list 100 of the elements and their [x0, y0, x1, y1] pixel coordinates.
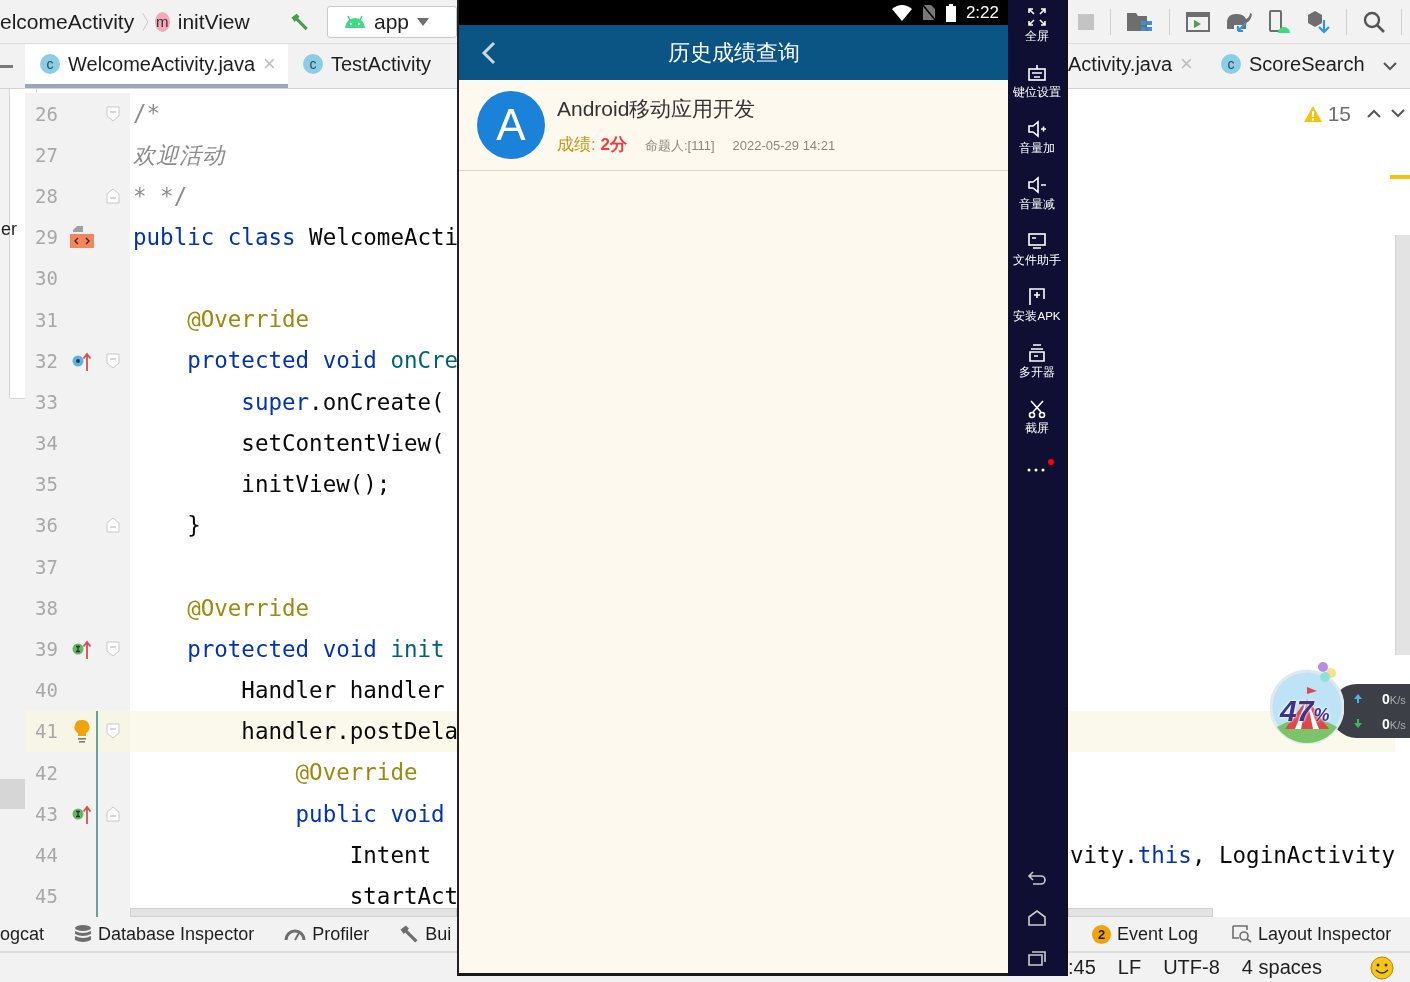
scissors-icon — [1027, 399, 1047, 419]
code-line: @Override — [186, 308, 310, 331]
device-icon[interactable] — [1268, 9, 1290, 34]
install-icon — [1027, 287, 1047, 307]
run-config-dropdown[interactable]: app — [327, 5, 457, 38]
code-line: 欢迎活动 — [132, 143, 225, 167]
line-number: 36 — [34, 514, 59, 537]
run-window-icon[interactable] — [1186, 11, 1210, 32]
code-line: startAct — [348, 884, 457, 908]
recents-icon[interactable] — [1027, 950, 1047, 966]
vertical-scrollbar[interactable] — [1395, 235, 1410, 655]
stack-icon — [1027, 343, 1047, 363]
code-line: * */ — [132, 184, 188, 208]
breadcrumb-class[interactable]: elcomeActivity — [0, 9, 135, 34]
avatar: A — [477, 91, 545, 159]
package-download-icon[interactable] — [1306, 9, 1330, 34]
line-number: 30 — [34, 267, 59, 290]
tool-window-button[interactable]: Bui — [399, 923, 452, 945]
wifi-icon — [891, 4, 912, 21]
sidebar-button[interactable]: 全屏 — [1025, 7, 1049, 63]
status-item[interactable]: UTF-8 — [1163, 956, 1220, 979]
keyboard-icon — [1027, 63, 1047, 83]
sidebar-button[interactable]: 音量加 — [1019, 119, 1055, 175]
line-number: 34 — [34, 432, 59, 455]
file-tab[interactable]: Activity.java × — [1068, 44, 1221, 88]
status-item[interactable]: 4 spaces — [1241, 956, 1322, 979]
code-line: @Override — [186, 596, 310, 620]
tool-window-button[interactable]: ogcat — [0, 923, 45, 945]
no-sim-icon — [921, 4, 936, 21]
tool-window-button[interactable]: Profiler — [284, 923, 370, 945]
score-text: 成绩: 2分 — [557, 133, 627, 156]
sidebar-button[interactable]: 键位设置 — [1013, 63, 1061, 119]
line-number: 35 — [34, 473, 59, 496]
volume-up-icon — [1027, 119, 1047, 139]
chevron-down-icon[interactable] — [1391, 109, 1405, 119]
bulb-icon[interactable] — [73, 719, 90, 744]
upload-speed: 0K/s — [1382, 690, 1406, 707]
horizontal-scrollbar[interactable] — [130, 908, 457, 917]
line-number: 26 — [34, 102, 59, 125]
project-panel-text: er — [1, 219, 18, 240]
sidebar-button[interactable]: 多开器 — [1019, 343, 1055, 399]
breadcrumb-method[interactable]: initView — [177, 9, 250, 34]
collapse-icon[interactable] — [0, 64, 13, 68]
file-tab[interactable]: c TestActivity — [287, 44, 443, 88]
tab-label: WelcomeActivity.java — [68, 52, 256, 76]
line-number: 27 — [34, 143, 59, 166]
tool-window-button[interactable]: Database Inspector — [74, 923, 255, 945]
upload-arrow-icon — [1354, 694, 1362, 703]
folder-icon[interactable] — [1127, 10, 1153, 33]
status-item[interactable]: :45 — [1068, 956, 1096, 979]
back-icon[interactable] — [481, 40, 497, 65]
line-number: 32 — [34, 349, 59, 372]
line-number: 33 — [34, 390, 59, 413]
code-line: public class WelcomeActi — [132, 225, 457, 249]
line-number: 28 — [34, 184, 59, 207]
sidebar-button[interactable]: 安装APK — [1013, 287, 1061, 343]
sidebar-button[interactable]: 音量减 — [1019, 175, 1055, 231]
elephant-icon[interactable] — [1226, 10, 1252, 33]
sidebar-button[interactable]: 截屏 — [1025, 399, 1049, 455]
sidebar-button[interactable]: 文件助手 — [1013, 231, 1061, 287]
score-record[interactable]: A Android移动应用开发 成绩: 2分 命题人:[111] 2022-05-29 14:21 — [459, 80, 1008, 171]
back-icon[interactable] — [1027, 870, 1047, 886]
tool-window-button[interactable]: Layout Inspector — [1232, 923, 1392, 945]
layout-inspector-icon — [1232, 925, 1253, 943]
tab-label: ScoreSearch — [1248, 52, 1365, 76]
class-gutter-icon[interactable] — [68, 224, 95, 251]
volume-down-icon — [1027, 175, 1047, 195]
tab-label: Activity.java — [1068, 52, 1173, 76]
download-speed: 0K/s — [1382, 715, 1406, 732]
tool-window-button[interactable]: 2 Event Log — [1092, 923, 1199, 945]
battery-icon — [945, 3, 956, 22]
panel-selection — [0, 779, 25, 809]
code-line: Intent — [348, 843, 431, 867]
home-icon[interactable] — [1027, 910, 1047, 926]
gauge-icon — [284, 927, 307, 941]
class-icon: c — [40, 54, 60, 74]
download-arrow-icon — [1354, 719, 1362, 728]
status-time: 2:22 — [965, 2, 999, 23]
horizontal-scrollbar[interactable] — [1068, 908, 1213, 917]
code-line: vity.this, LoginActivity — [1069, 843, 1396, 867]
inspection-widget[interactable]: 15 — [1303, 101, 1405, 126]
status-item[interactable]: LF — [1117, 956, 1142, 979]
course-title: Android移动应用开发 — [557, 95, 757, 122]
method-icon: m — [154, 11, 170, 32]
author-text: 命题人:[111] — [644, 136, 715, 155]
file-tab[interactable]: c ScoreSearch — [1220, 44, 1393, 88]
chevron-up-icon[interactable] — [1367, 109, 1381, 119]
line-number: 38 — [34, 596, 59, 619]
file-tab[interactable]: c WelcomeActivity.java × — [25, 44, 288, 88]
fullscreen-icon — [1027, 7, 1047, 27]
line-number: 31 — [34, 308, 59, 331]
class-icon: c — [302, 54, 323, 74]
line-number: 39 — [34, 638, 59, 661]
warning-marker[interactable] — [1390, 175, 1410, 179]
code-line: handler.postDela — [240, 720, 457, 743]
chevron-down-icon[interactable] — [1382, 61, 1397, 71]
code-line: initView(); — [240, 473, 391, 496]
search-icon[interactable] — [1363, 10, 1385, 33]
implement-gutter-icon[interactable] — [70, 638, 93, 661]
smiley-icon[interactable] — [1369, 955, 1394, 980]
